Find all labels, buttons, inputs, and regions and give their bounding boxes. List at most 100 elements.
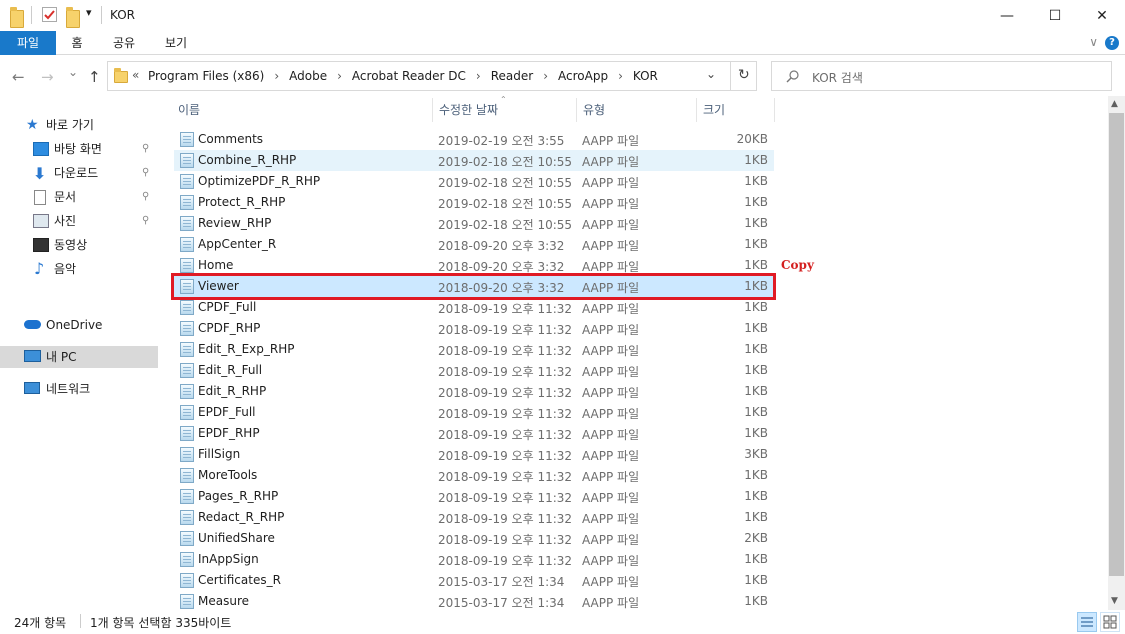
breadcrumb-item[interactable]: AcroApp xyxy=(558,69,608,83)
maximize-button[interactable]: ☐ xyxy=(1032,0,1078,31)
breadcrumb-separator-icon[interactable]: › xyxy=(274,69,279,83)
details-view-button[interactable] xyxy=(1077,612,1097,632)
tab-share[interactable]: 공유 xyxy=(107,31,141,55)
column-divider[interactable] xyxy=(696,98,697,122)
table-row[interactable]: UnifiedShare 2018-09-19 오후 11:32 AAPP 파일 2K… xyxy=(174,528,774,549)
refresh-button[interactable]: ↻ xyxy=(738,67,750,83)
table-row[interactable]: EPDF_Full 2018-09-19 오후 11:32 AAPP 파일 1KB xyxy=(174,402,774,423)
table-row[interactable]: Comments 2019-02-19 오전 3:55 AAPP 파일 20KB xyxy=(174,129,774,150)
breadcrumb-separator-icon[interactable]: › xyxy=(618,69,623,83)
navigation-pane: ★ 바로 가기 바탕 화면 ⚲ ⬇ 다운로드 ⚲ 문서 ⚲ 사진 ⚲ 동영상 ♪… xyxy=(0,96,158,610)
file-name: MoreTools xyxy=(198,468,258,482)
large-icons-view-icon xyxy=(1103,615,1117,629)
table-row[interactable]: Combine_R_RHP 2019-02-18 오전 10:55 AAPP 파일 1… xyxy=(174,150,774,171)
breadcrumb-overflow-icon[interactable]: « xyxy=(132,68,139,82)
sidebar-item-videos[interactable]: 동영상 xyxy=(0,234,158,256)
column-divider[interactable] xyxy=(432,98,433,122)
file-type: AAPP 파일 xyxy=(582,470,640,484)
column-header-size[interactable]: 크기 xyxy=(703,96,725,124)
search-input[interactable]: KOR 검색 xyxy=(812,69,863,86)
file-icon xyxy=(180,405,194,420)
table-row[interactable]: Edit_R_Exp_RHP 2018-09-19 오후 11:32 AAPP 파일… xyxy=(174,339,774,360)
sidebar-item-desktop[interactable]: 바탕 화면 ⚲ xyxy=(0,138,158,160)
table-row[interactable]: CPDF_RHP 2018-09-19 오후 11:32 AAPP 파일 1KB xyxy=(174,318,774,339)
sidebar-item-quick-access[interactable]: ★ 바로 가기 xyxy=(0,114,158,136)
ribbon-expand-icon[interactable]: ∨ xyxy=(1089,35,1098,49)
file-type: AAPP 파일 xyxy=(582,365,640,379)
column-divider[interactable] xyxy=(774,98,775,122)
sidebar-item-onedrive[interactable]: OneDrive xyxy=(0,314,158,336)
breadcrumb-item[interactable]: Adobe xyxy=(289,69,327,83)
table-row[interactable]: Redact_R_RHP 2018-09-19 오후 11:32 AAPP 파일 1K… xyxy=(174,507,774,528)
sidebar-item-network[interactable]: 네트워크 xyxy=(0,378,158,400)
minimize-button[interactable]: — xyxy=(984,0,1030,31)
network-icon xyxy=(24,382,40,394)
breadcrumb-item[interactable]: Reader xyxy=(491,69,533,83)
breadcrumb-separator-icon[interactable]: › xyxy=(476,69,481,83)
file-name: OptimizePDF_R_RHP xyxy=(198,174,321,188)
scroll-down-icon[interactable]: ▼ xyxy=(1111,596,1118,606)
breadcrumb-item[interactable]: KOR xyxy=(633,69,658,83)
table-row[interactable]: Protect_R_RHP 2019-02-18 오전 10:55 AAPP 파일 1… xyxy=(174,192,774,213)
sort-indicator-icon: ⌃ xyxy=(500,95,507,104)
back-button[interactable]: ← xyxy=(12,68,25,86)
table-row[interactable]: EPDF_RHP 2018-09-19 오후 11:32 AAPP 파일 1KB xyxy=(174,423,774,444)
table-row[interactable]: CPDF_Full 2018-09-19 오후 11:32 AAPP 파일 1KB xyxy=(174,297,774,318)
file-icon xyxy=(180,342,194,357)
file-name: EPDF_RHP xyxy=(198,426,260,440)
tab-view[interactable]: 보기 xyxy=(159,31,193,55)
file-name: Review_RHP xyxy=(198,216,272,230)
file-type: AAPP 파일 xyxy=(582,134,640,148)
file-size: 1KB xyxy=(744,174,768,188)
column-divider[interactable] xyxy=(576,98,577,122)
up-button[interactable]: ↑ xyxy=(88,68,101,86)
recent-locations-icon[interactable]: ⌄ xyxy=(68,65,78,79)
file-icon xyxy=(180,447,194,462)
help-icon[interactable]: ? xyxy=(1105,36,1119,50)
table-row[interactable]: OptimizePDF_R_RHP 2019-02-18 오전 10:55 AAPP… xyxy=(174,171,774,192)
sidebar-item-downloads[interactable]: ⬇ 다운로드 ⚲ xyxy=(0,162,158,184)
new-folder-icon[interactable] xyxy=(66,7,80,28)
table-row[interactable]: InAppSign 2018-09-19 오후 11:32 AAPP 파일 1KB xyxy=(174,549,774,570)
table-row[interactable]: Review_RHP 2019-02-18 오전 10:55 AAPP 파일 1KB xyxy=(174,213,774,234)
file-name: Comments xyxy=(198,132,264,146)
sidebar-item-documents[interactable]: 문서 ⚲ xyxy=(0,186,158,208)
qat-dropdown-icon[interactable]: ▾ xyxy=(86,6,92,24)
breadcrumb-item[interactable]: Acrobat Reader DC xyxy=(352,69,466,83)
large-icons-view-button[interactable] xyxy=(1100,612,1120,632)
scroll-thumb[interactable] xyxy=(1109,113,1124,576)
file-date: 2018-09-19 오후 11:32 xyxy=(438,491,573,505)
vertical-scrollbar[interactable]: ▲ ▼ xyxy=(1108,96,1125,610)
table-row[interactable]: Pages_R_RHP 2018-09-19 오후 11:32 AAPP 파일 1KB xyxy=(174,486,774,507)
table-row[interactable]: FillSign 2018-09-19 오후 11:32 AAPP 파일 3KB xyxy=(174,444,774,465)
search-box[interactable]: KOR 검색 xyxy=(771,61,1112,91)
breadcrumb-separator-icon[interactable]: › xyxy=(543,69,548,83)
properties-icon[interactable] xyxy=(42,7,57,22)
file-type: AAPP 파일 xyxy=(582,218,640,232)
column-header-name[interactable]: 이름 xyxy=(178,96,200,124)
table-row[interactable]: MoreTools 2018-09-19 오후 11:32 AAPP 파일 1KB xyxy=(174,465,774,486)
sidebar-item-pictures[interactable]: 사진 ⚲ xyxy=(0,210,158,232)
address-dropdown-icon[interactable]: ⌄ xyxy=(706,67,716,81)
table-row[interactable]: Certificates_R 2015-03-17 오전 1:34 AAPP 파일 1… xyxy=(174,570,774,591)
sidebar-item-music[interactable]: ♪ 음악 xyxy=(0,258,158,280)
table-row[interactable]: Measure 2015-03-17 오전 1:34 AAPP 파일 1KB xyxy=(174,591,774,612)
address-bar[interactable]: « Program Files (x86) › Adobe › Acrobat Re… xyxy=(107,61,757,91)
tab-home[interactable]: 홈 xyxy=(64,31,90,55)
close-button[interactable]: ✕ xyxy=(1079,0,1125,31)
column-header-type[interactable]: 유형 xyxy=(583,96,605,124)
column-header-date[interactable]: 수정한 날짜 xyxy=(439,96,498,124)
forward-button[interactable]: → xyxy=(41,68,54,86)
file-name: CPDF_RHP xyxy=(198,321,261,335)
sidebar-item-this-pc[interactable]: 내 PC xyxy=(0,346,158,368)
breadcrumb-separator-icon[interactable]: › xyxy=(337,69,342,83)
table-row[interactable]: Edit_R_Full 2018-09-19 오후 11:32 AAPP 파일 1KB xyxy=(174,360,774,381)
table-row[interactable]: Edit_R_RHP 2018-09-19 오후 11:32 AAPP 파일 1KB xyxy=(174,381,774,402)
breadcrumb-item[interactable]: Program Files (x86) xyxy=(148,69,264,83)
table-row[interactable]: AppCenter_R 2018-09-20 오후 3:32 AAPP 파일 1KB xyxy=(174,234,774,255)
scroll-up-icon[interactable]: ▲ xyxy=(1111,99,1118,109)
file-size: 1KB xyxy=(744,489,768,503)
file-size: 1KB xyxy=(744,405,768,419)
file-date: 2018-09-19 오후 11:32 xyxy=(438,344,573,358)
tab-file[interactable]: 파일 xyxy=(0,31,56,55)
